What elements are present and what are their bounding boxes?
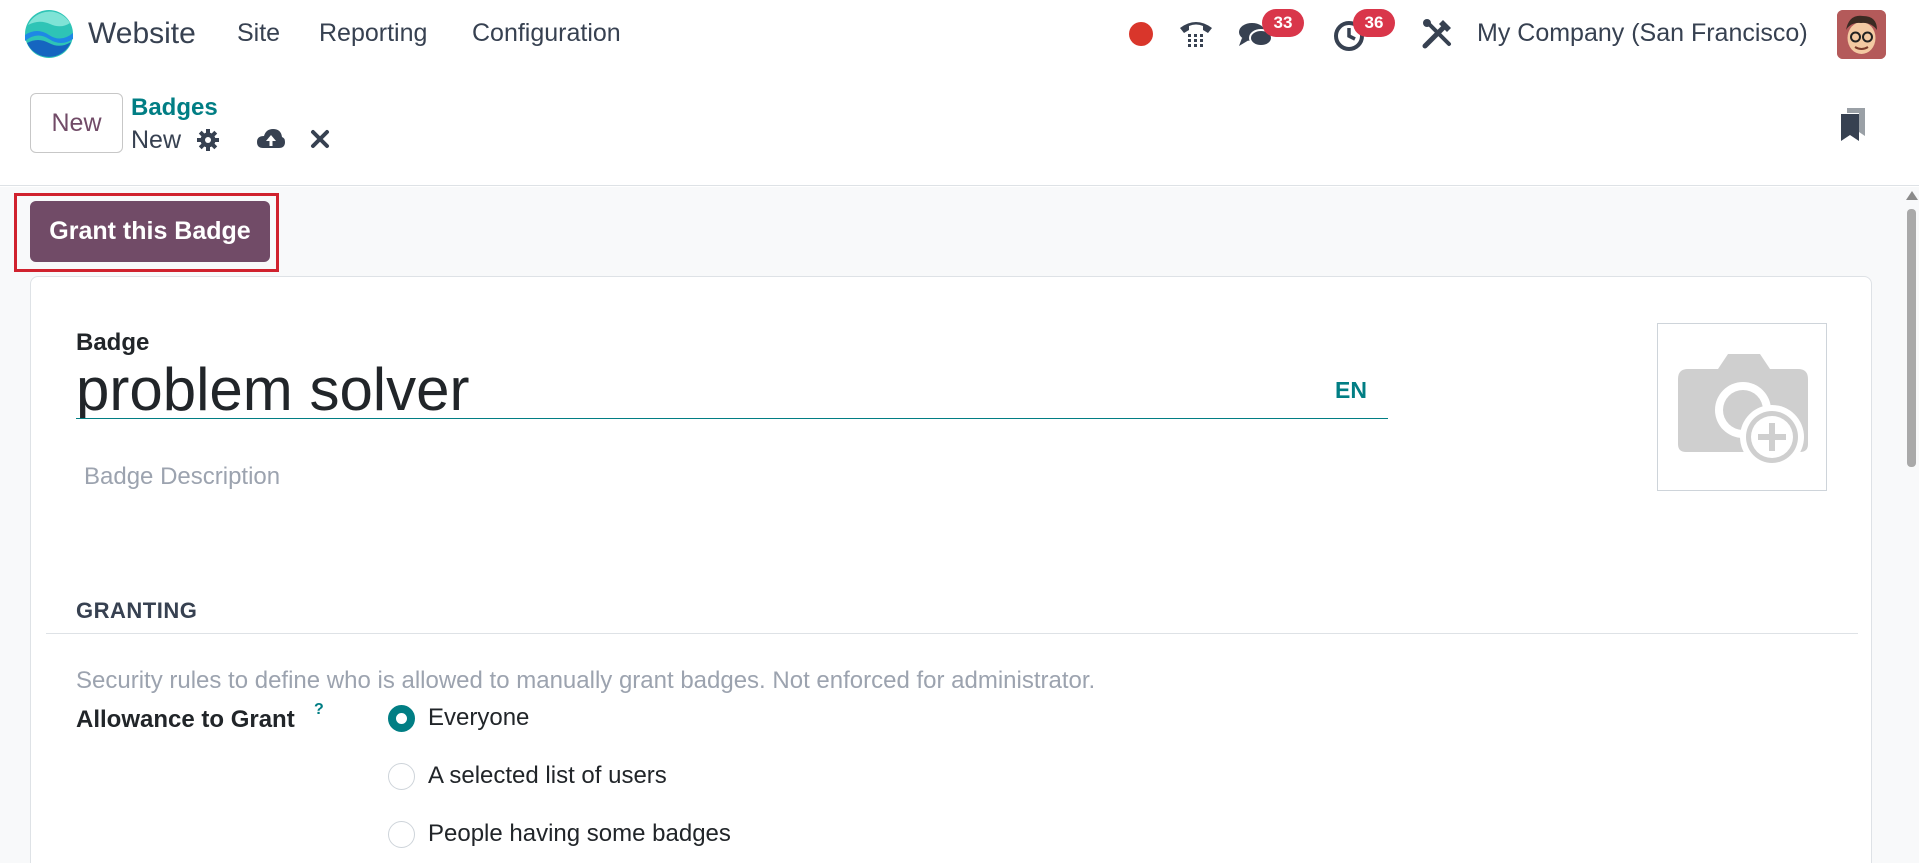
granting-help-text: Security rules to define who is allowed … (76, 667, 1096, 694)
breadcrumb-badges[interactable]: Badges (131, 94, 218, 122)
website-app-logo-icon[interactable] (24, 9, 74, 59)
record-name: New (131, 126, 182, 154)
badge-description-input[interactable]: Badge Description (84, 463, 280, 491)
grant-badge-button[interactable]: Grant this Badge (30, 201, 270, 262)
section-divider (46, 633, 1858, 634)
radio-label: A selected list of users (428, 762, 667, 789)
help-tooltip-icon[interactable]: ? (314, 701, 324, 719)
app-name[interactable]: Website (88, 17, 196, 51)
menu-item-site[interactable]: Site (237, 19, 280, 48)
discard-close-icon[interactable] (310, 129, 330, 149)
vertical-scrollbar[interactable] (1903, 187, 1919, 863)
badge-field-label: Badge (76, 329, 150, 356)
menu-item-reporting[interactable]: Reporting (319, 19, 427, 48)
camera-add-icon (1678, 354, 1808, 469)
language-button[interactable]: EN (1335, 377, 1367, 404)
form-view: Grant this Badge Badge problem solver EN… (0, 187, 1919, 863)
company-switcher[interactable]: My Company (San Francisco) (1477, 19, 1808, 48)
cloud-upload-icon[interactable] (256, 126, 286, 152)
phone-icon[interactable] (1176, 14, 1216, 54)
badge-name-input[interactable]: problem solver (76, 361, 1388, 419)
badge-image-upload[interactable] (1657, 323, 1827, 491)
control-panel: New Badges New (0, 68, 1919, 186)
new-button[interactable]: New (30, 93, 123, 153)
user-avatar[interactable] (1837, 10, 1886, 59)
avatar-image-icon (1837, 10, 1886, 59)
granting-section-title: GRANTING (76, 598, 198, 623)
menu-item-configuration[interactable]: Configuration (472, 19, 621, 48)
radio-label: People having some badges (428, 820, 731, 847)
gear-icon[interactable] (196, 128, 220, 152)
radio-unchecked-icon[interactable] (388, 763, 415, 790)
scroll-thumb[interactable] (1907, 209, 1916, 467)
radio-unchecked-icon[interactable] (388, 821, 415, 848)
activities-count-badge: 36 (1353, 9, 1395, 37)
scroll-up-arrow-icon[interactable] (1906, 191, 1918, 200)
top-navbar: Website Site Reporting Configuration 33 … (0, 0, 1919, 68)
bookmark-icon[interactable] (1841, 108, 1865, 141)
form-sheet: Badge problem solver EN Badge Descriptio… (30, 276, 1872, 863)
radio-checked-icon[interactable] (388, 705, 415, 732)
allowance-to-grant-label: Allowance to Grant (76, 706, 295, 733)
messages-count-badge: 33 (1262, 9, 1304, 37)
recording-indicator-icon[interactable] (1129, 22, 1153, 46)
tools-icon[interactable] (1417, 14, 1457, 54)
radio-label: Everyone (428, 704, 530, 731)
